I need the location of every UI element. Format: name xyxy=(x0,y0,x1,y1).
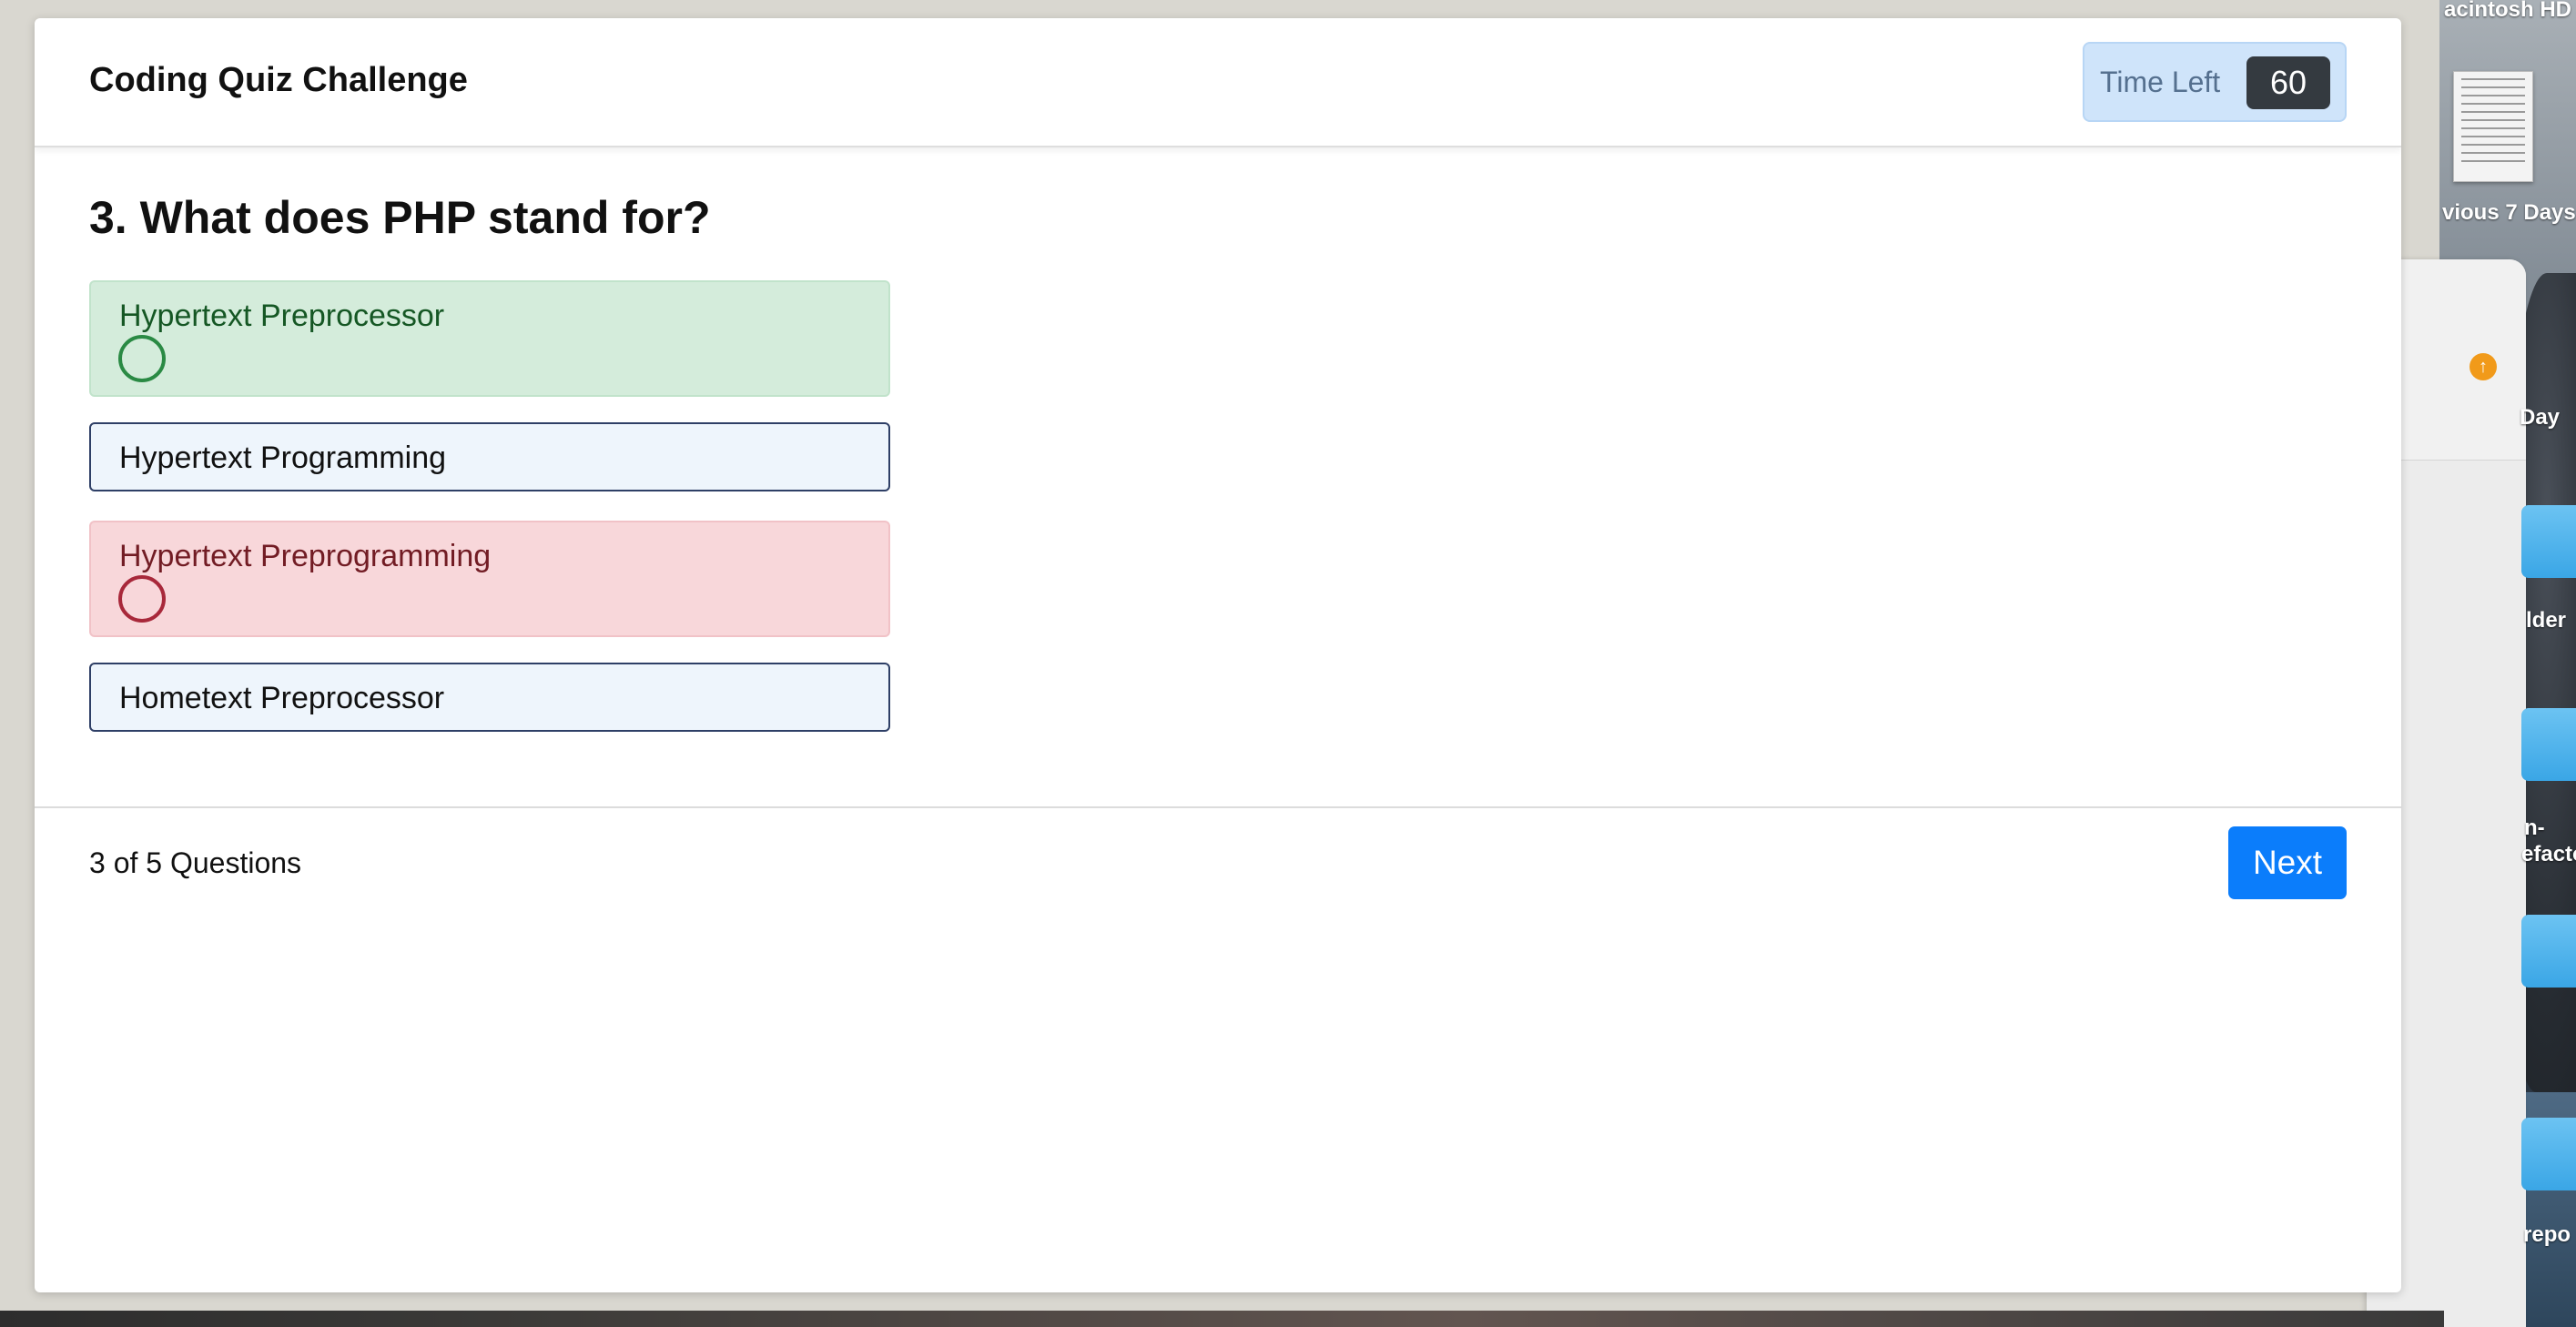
timer-value: 60 xyxy=(2246,56,2330,109)
desktop-days-label: Day xyxy=(2520,405,2561,430)
radio-circle-icon xyxy=(118,575,166,623)
folder-icon[interactable] xyxy=(2521,708,2576,781)
desktop-folder-label: n- xyxy=(2524,815,2545,840)
timer-label: Time Left xyxy=(2100,66,2221,98)
desktop-document-icon[interactable] xyxy=(2453,71,2533,182)
desktop-folder-label: repo xyxy=(2523,1222,2571,1247)
folder-icon[interactable] xyxy=(2521,915,2576,988)
desktop-folder-label: efacto xyxy=(2521,842,2576,866)
next-button[interactable]: Next xyxy=(2228,826,2347,899)
answer-option-correct[interactable]: Hypertext Preprocessor xyxy=(89,280,890,397)
answer-option-label: Hypertext Programming xyxy=(119,441,447,475)
answer-option-label: Hometext Preprocessor xyxy=(119,681,445,715)
quiz-app: Coding Quiz Challenge Time Left 60 3. Wh… xyxy=(35,18,2401,1292)
question-text: 3. What does PHP stand for? xyxy=(89,192,711,243)
app-header: Coding Quiz Challenge Time Left 60 xyxy=(35,18,2401,147)
footer-divider xyxy=(35,806,2401,808)
desktop-folder-label: lder xyxy=(2526,608,2567,633)
app-title: Coding Quiz Challenge xyxy=(89,61,468,99)
upload-icon[interactable]: ↑ xyxy=(2470,353,2497,380)
desktop-recents-label: vious 7 Days xyxy=(2442,200,2576,225)
answer-option[interactable]: Hypertext Programming xyxy=(89,422,890,491)
answer-option-label: Hypertext Preprocessor xyxy=(119,299,445,333)
folder-icon[interactable] xyxy=(2521,1118,2576,1190)
radio-circle-icon xyxy=(118,335,166,382)
dock-strip xyxy=(0,1311,2444,1327)
timer-badge: Time Left 60 xyxy=(2083,42,2347,122)
answer-option-incorrect[interactable]: Hypertext Preprogramming xyxy=(89,521,890,637)
answer-option[interactable]: Hometext Preprocessor xyxy=(89,663,890,732)
desktop-drive-label: acintosh HD xyxy=(2444,0,2572,22)
question-progress: 3 of 5 Questions xyxy=(89,846,302,879)
answer-option-label: Hypertext Preprogramming xyxy=(119,539,492,573)
folder-icon[interactable] xyxy=(2521,505,2576,578)
